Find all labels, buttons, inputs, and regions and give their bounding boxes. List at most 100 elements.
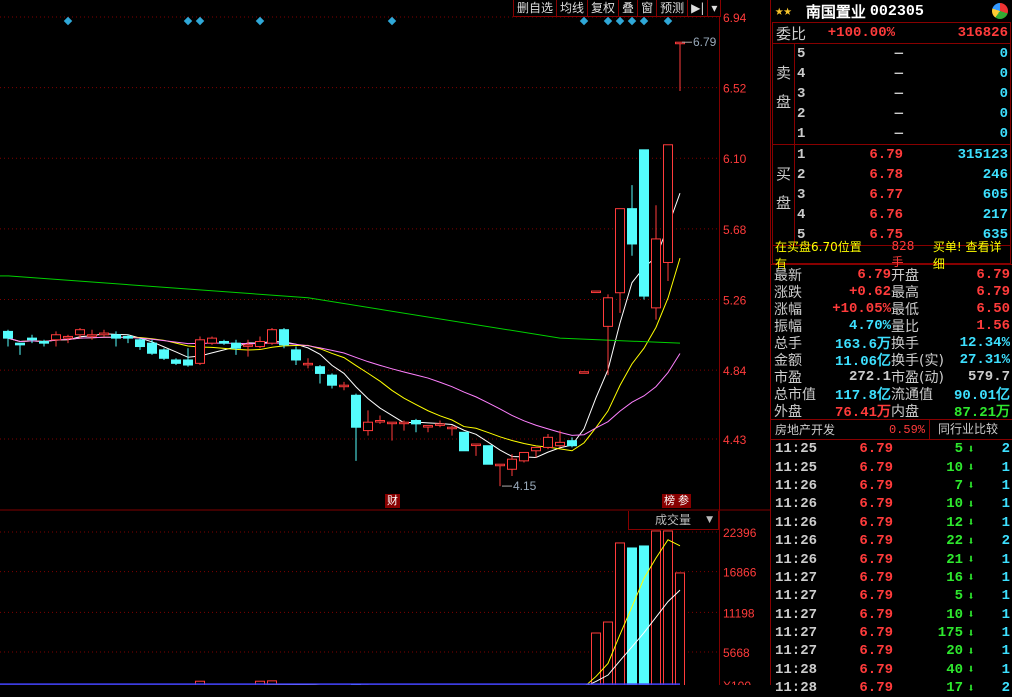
- star-rating-icon[interactable]: ★★: [775, 3, 792, 20]
- rank-badge[interactable]: 榜: [662, 494, 677, 508]
- volume-tick-label: 16866: [723, 566, 757, 580]
- event-diamond-icon: [64, 17, 72, 25]
- candle-body: [64, 336, 73, 338]
- sell-arrow-icon: ⬇: [963, 497, 979, 512]
- industry-compare-button[interactable]: 同行业比较: [929, 420, 1012, 439]
- price-tick-label: 6.94: [723, 11, 747, 25]
- trade-count: 2: [979, 533, 1012, 549]
- buy-level-row[interactable]: 46.76217: [795, 205, 1010, 225]
- sell-label-text: 卖盘: [773, 65, 794, 123]
- candle-body: [496, 464, 505, 466]
- trade-row: 11:266.7912⬇1: [771, 514, 1012, 532]
- candle-body: [580, 372, 589, 374]
- sell-level-row[interactable]: 1—0: [795, 124, 1010, 144]
- event-diamond-icon: [580, 17, 588, 25]
- level-volume: 217: [903, 207, 1010, 223]
- trade-count: 1: [979, 460, 1012, 476]
- candle-body: [268, 330, 277, 343]
- chevron-down-icon: ▼: [706, 511, 713, 529]
- volume-bar: [592, 633, 601, 685]
- sector-name[interactable]: 房地产开发: [771, 421, 837, 438]
- trade-count: 1: [979, 625, 1012, 641]
- kline-svg[interactable]: 6.946.526.105.685.264.844.436.794.152239…: [0, 0, 770, 685]
- trade-time: 11:27: [771, 588, 841, 604]
- level-number: 5: [795, 46, 813, 62]
- candle-body: [472, 444, 481, 446]
- trade-price: 6.79: [841, 643, 893, 659]
- pie-chart-icon[interactable]: [992, 3, 1008, 19]
- stat-value: +0.62: [817, 284, 891, 300]
- candle-body: [664, 145, 673, 263]
- remove-watchlist-button[interactable]: 删自选: [514, 0, 557, 16]
- trade-time: 11:26: [771, 478, 841, 494]
- ma-button[interactable]: 均线: [557, 0, 588, 16]
- candle-body: [16, 343, 25, 345]
- indicator-label: 成交量: [655, 513, 691, 527]
- ma10-line: [8, 258, 680, 451]
- forecast-button[interactable]: 预测: [657, 0, 688, 16]
- stat-row: 总市值117.8亿流通值90.01亿: [771, 385, 1012, 402]
- level-volume: 0: [903, 126, 1010, 142]
- expand-right-icon[interactable]: ▶|: [688, 0, 708, 16]
- level-price: —: [813, 66, 903, 82]
- overlay-button[interactable]: 叠: [619, 0, 638, 16]
- volume-tick-label: 22396: [723, 526, 757, 540]
- candle-body: [232, 343, 241, 348]
- trade-row: 11:276.795⬇1: [771, 587, 1012, 605]
- sector-row: 房地产开发 0.59% 同行业比较: [771, 420, 1012, 440]
- stat-row: 金额11.06亿换手(实)27.31%: [771, 351, 1012, 368]
- event-diamond-icon: [616, 17, 624, 25]
- buy-level-row[interactable]: 26.78246: [795, 165, 1010, 185]
- level-price: —: [813, 126, 903, 142]
- candle-body: [592, 291, 601, 293]
- trade-time: 11:26: [771, 533, 841, 549]
- stat-row: 外盘76.41万内盘87.21万: [771, 402, 1012, 419]
- trade-qty: 10: [893, 607, 963, 623]
- level-volume: 605: [903, 187, 1010, 203]
- stock-header: ★★ 南国置业 002305: [771, 0, 1012, 22]
- level-number: 3: [795, 86, 813, 102]
- trade-row: 11:276.7916⬇1: [771, 569, 1012, 587]
- stat-row: 市盈272.1市盈(动)579.7: [771, 368, 1012, 385]
- buy-level-row[interactable]: 36.77605: [795, 185, 1010, 205]
- sell-level-row[interactable]: 4—0: [795, 64, 1010, 84]
- candle-body: [352, 395, 361, 427]
- trade-count: 2: [979, 441, 1012, 457]
- indicator-select[interactable]: 成交量 ▼: [628, 511, 719, 530]
- candle-body: [556, 442, 565, 445]
- candle-body: [256, 341, 265, 346]
- quote-panel: ★★ 南国置业 002305 委比 +100.00% 316826 卖盘 5—0…: [770, 0, 1012, 685]
- ref-badge[interactable]: 参: [676, 494, 691, 508]
- price-tick-label: 5.26: [723, 293, 747, 307]
- event-diamond-icon: [664, 17, 672, 25]
- trade-price: 6.79: [841, 680, 893, 696]
- weibi-pct: +100.00%: [823, 25, 895, 41]
- trade-price: 6.79: [841, 607, 893, 623]
- buy-level-row[interactable]: 16.79315123: [795, 145, 1010, 165]
- stat-row: 最新6.79开盘6.79: [771, 266, 1012, 283]
- candle-body: [124, 336, 133, 338]
- price-tick-label: 4.43: [723, 433, 747, 447]
- candle-body: [436, 424, 445, 426]
- trade-row: 11:256.7910⬇1: [771, 458, 1012, 476]
- finance-badge[interactable]: 财: [385, 494, 400, 508]
- chevron-down-icon[interactable]: ▾: [708, 0, 720, 16]
- adjust-button[interactable]: 复权: [588, 0, 619, 16]
- trade-row: 11:286.7917⬇2: [771, 679, 1012, 697]
- candle-body: [88, 335, 97, 337]
- window-button[interactable]: 窗: [638, 0, 657, 16]
- sell-level-row[interactable]: 5—0: [795, 44, 1010, 64]
- candle-body: [184, 360, 193, 365]
- stat-label: 内盘: [891, 401, 945, 421]
- level-price: 6.77: [813, 187, 903, 203]
- order-notice[interactable]: 在买盘6.70位置有 828手 买单! 查看详细: [773, 245, 1010, 263]
- sell-level-row[interactable]: 2—0: [795, 104, 1010, 124]
- trade-qty: 7: [893, 478, 963, 494]
- trade-row: 11:266.797⬇1: [771, 477, 1012, 495]
- volume-tick-label: 5668: [723, 646, 750, 660]
- candle-body: [220, 341, 229, 343]
- trade-list[interactable]: 11:256.795⬇211:256.7910⬇111:266.797⬇111:…: [771, 440, 1012, 697]
- kline-chart[interactable]: 6.946.526.105.685.264.844.436.794.152239…: [0, 0, 770, 685]
- stat-value: 12.34%: [945, 335, 1012, 351]
- sell-level-row[interactable]: 3—0: [795, 84, 1010, 104]
